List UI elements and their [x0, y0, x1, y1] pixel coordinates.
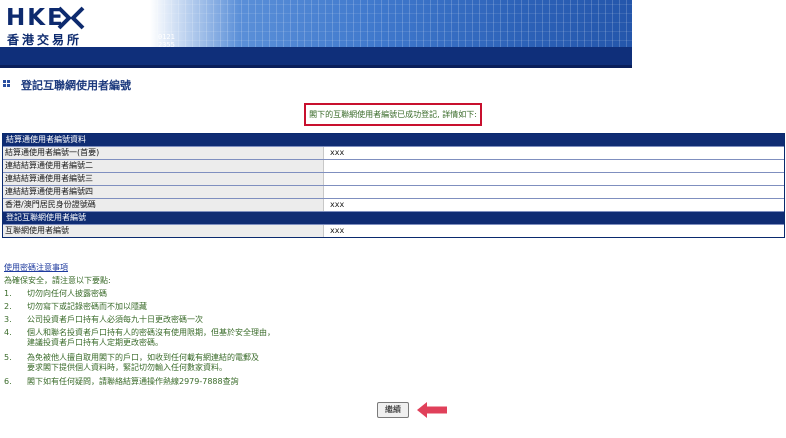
note-number: 4. — [4, 328, 12, 337]
table-row: 連結結算通使用者編號三 — [3, 172, 784, 185]
note-text: 建議投資者戶口持有人定期更改密碼。 — [27, 338, 163, 347]
note-text: 切勿寫下或記錄密碼而不加以隱藏 — [27, 302, 147, 311]
row-label: 連結結算通使用者編號四 — [3, 186, 324, 198]
row-label: 結算通使用者編號一(首要) — [3, 147, 324, 159]
row-value: xxx — [324, 147, 784, 159]
note-number: 1. — [4, 289, 12, 298]
table-row: 連結結算通使用者編號二 — [3, 159, 784, 172]
note-text: 公司投資者戶口持有人必須每九十日更改密碼一次 — [27, 315, 203, 324]
note-text: 要求閣下提供個人資料時，緊記切勿輸入任何數家資料。 — [27, 363, 227, 372]
password-notes-link[interactable]: 使用密碼注意事項 — [4, 262, 68, 273]
hkex-banner: HKE 香港交易所 0121 2355 — [0, 0, 632, 68]
note-text: 為免被他人擅自取用閣下的戶口，如收到任何載有網連結的電郵及 — [27, 353, 259, 362]
row-label: 連結結算通使用者編號三 — [3, 173, 324, 185]
note-number: 5. — [4, 353, 12, 362]
title-bullet-icon — [3, 80, 11, 88]
row-value — [324, 173, 784, 185]
ticker-number-1: 0121 — [158, 33, 175, 41]
row-label: 連結結算通使用者編號二 — [3, 160, 324, 172]
logo-subtitle: 香港交易所 — [7, 33, 83, 47]
section-header: 結算通使用者編號資料 — [3, 134, 784, 146]
row-value: xxx — [324, 199, 784, 211]
logo-wordmark: HKE — [6, 5, 65, 31]
note-number: 2. — [4, 302, 12, 311]
logo-x-icon — [57, 6, 85, 30]
page-title: 登記互聯網使用者編號 — [21, 79, 131, 92]
row-label: 香港/澳門居民身份證號碼 — [3, 199, 324, 211]
info-table: 結算通使用者編號資料 結算通使用者編號一(首要) xxx 連結結算通使用者編號二… — [2, 133, 785, 238]
continue-button[interactable]: 繼續 — [377, 402, 409, 418]
row-label: 互聯網使用者編號 — [3, 225, 324, 237]
row-value — [324, 160, 784, 172]
table-row: 連結結算通使用者編號四 — [3, 185, 784, 198]
note-text: 切勿向任何人披露密碼 — [27, 289, 107, 298]
section-header: 登記互聯網使用者編號 — [3, 211, 784, 224]
table-row: 互聯網使用者編號 xxx — [3, 224, 784, 237]
note-number: 6. — [4, 377, 12, 386]
note-text: 個人和聯名投資者戶口持有人的密碼沒有使用限期，但基於安全理由， — [27, 328, 275, 337]
section-header-text: 結算通使用者編號資料 — [6, 135, 86, 144]
left-arrow-icon — [417, 402, 447, 418]
banner-bottom-line — [0, 65, 632, 68]
row-value: xxx — [324, 225, 784, 237]
ticker-number-2: 2355 — [158, 41, 175, 49]
table-row: 香港/澳門居民身份證號碼 xxx — [3, 198, 784, 211]
table-row: 結算通使用者編號一(首要) xxx — [3, 146, 784, 159]
section-header-text: 登記互聯網使用者編號 — [6, 213, 86, 222]
success-notice: 閣下的互聯網使用者編號已成功登記, 詳情如下: — [304, 103, 482, 126]
notes-intro: 為確保安全，請注意以下要點: — [4, 276, 111, 285]
note-number: 3. — [4, 315, 12, 324]
note-text: 閣下如有任何疑問，請聯絡結算通操作熱線2979-7888查詢 — [27, 377, 239, 386]
row-value — [324, 186, 784, 198]
